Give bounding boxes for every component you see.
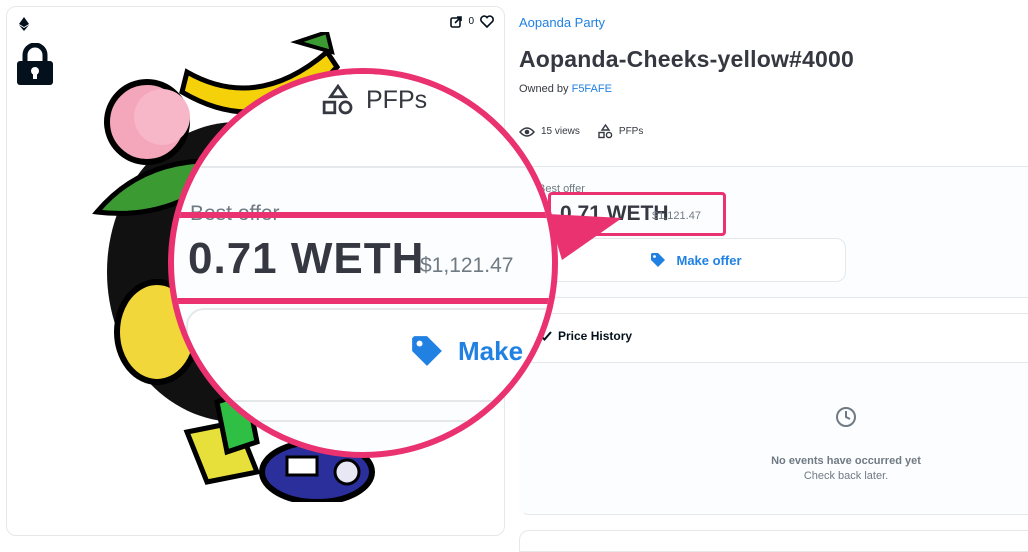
empty-state-subtitle: Check back later.	[803, 470, 889, 482]
external-link-icon	[450, 15, 463, 28]
price-history-body	[519, 363, 1028, 513]
category-label: PFPs	[618, 126, 644, 137]
magnifier-panel-border	[184, 166, 552, 168]
page-title: Aopanda-Cheeks-yellow#4000	[519, 46, 854, 72]
shapes-icon	[322, 84, 353, 115]
magnifier-divider	[184, 420, 552, 422]
clock-icon	[836, 407, 856, 427]
lock-icon	[17, 43, 53, 85]
category-stat[interactable]: PFPs	[598, 124, 643, 139]
callout-pointer	[548, 214, 622, 260]
magnifier-stats-area	[174, 74, 552, 166]
owner-link[interactable]: F5FAFE	[572, 83, 612, 95]
magnifier-callout: s PFPs Best offer 0.71 WETH $1,121.47 Ma…	[168, 68, 558, 458]
tag-icon	[412, 336, 442, 366]
make-offer-label: Make offer	[676, 252, 742, 268]
heart-icon	[480, 15, 494, 28]
favorite-button[interactable]	[480, 15, 494, 28]
favorites-count: 0	[468, 16, 474, 27]
magnifier-make-offer-label: Make o	[458, 336, 547, 366]
tag-icon	[651, 253, 666, 267]
magnifier-highlight-band	[174, 212, 552, 304]
shapes-icon	[598, 124, 613, 139]
magnifier-stat-prev: s	[174, 86, 187, 114]
ethereum-icon	[19, 17, 29, 31]
price-history-toggle[interactable]: Price History	[540, 329, 632, 343]
external-link-button[interactable]	[450, 15, 463, 28]
magnifier-category: PFPs	[366, 86, 428, 114]
price-history-title: Price History	[558, 329, 633, 343]
collection-link[interactable]: Aopanda Party	[519, 15, 605, 30]
empty-state-title: No events have occurred yet	[771, 455, 921, 467]
next-panel	[519, 530, 1028, 552]
